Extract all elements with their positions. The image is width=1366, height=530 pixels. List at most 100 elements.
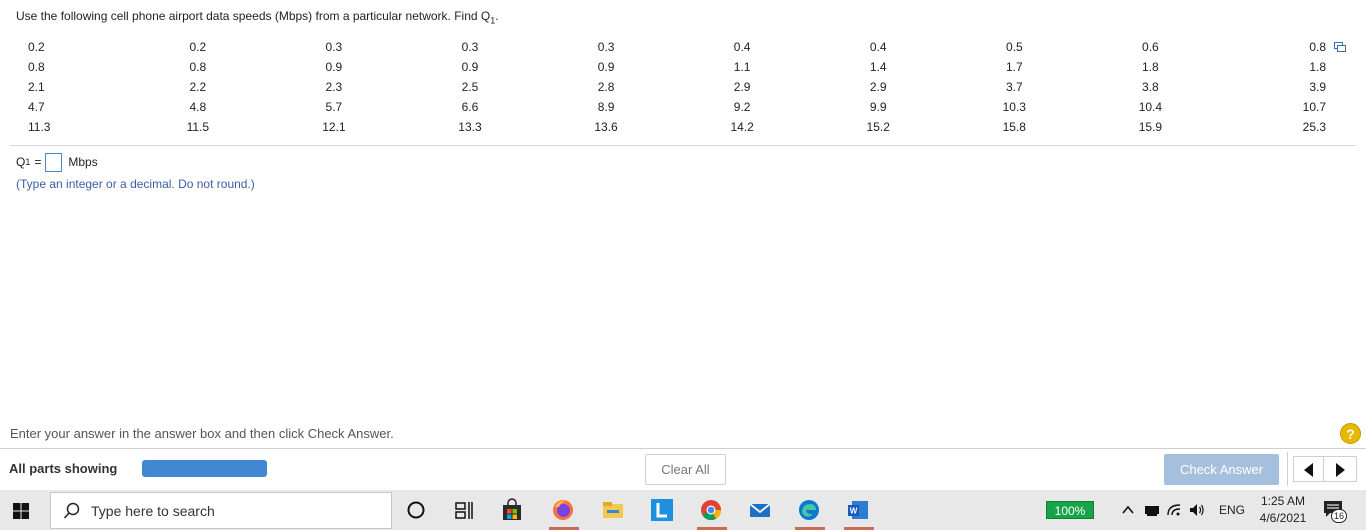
table-cell: 13.3 <box>458 120 482 134</box>
table-cell: 0.9 <box>597 60 615 74</box>
firefox-icon[interactable] <box>551 498 575 522</box>
file-explorer-icon[interactable] <box>601 498 625 522</box>
table-cell: 1.7 <box>1005 60 1023 74</box>
table-cell: 2.3 <box>325 80 343 94</box>
table-cell: 3.8 <box>1142 80 1159 94</box>
table-cell: 9.2 <box>733 100 751 114</box>
notification-count: 16 <box>1331 509 1347 523</box>
table-cell: 3.7 <box>1005 80 1023 94</box>
nav-separator <box>1287 452 1288 486</box>
volume-icon[interactable] <box>1188 501 1206 519</box>
data-table-body: 0.2 0.2 0.3 0.3 0.3 0.4 0.4 0.5 0.6 0.8 0.8 0.8 0.9 0… <box>16 37 1356 137</box>
network-adapter-icon[interactable] <box>1143 501 1161 519</box>
answer-unit: Mbps <box>68 155 98 169</box>
table-cell: 1.8 <box>1142 60 1159 74</box>
store-icon[interactable] <box>500 498 524 522</box>
table-cell: 10.3 <box>1002 100 1026 114</box>
cortana-icon[interactable] <box>404 498 428 522</box>
parts-showing-label: All parts showing <box>9 461 118 476</box>
data-table: 0.2 0.2 0.3 0.3 0.3 0.4 0.4 0.5 0.6 0.8 0.8 0.8 0.9 0… <box>16 37 1356 137</box>
clear-all-button[interactable]: Clear All <box>645 454 726 485</box>
table-cell: 0.9 <box>461 60 479 74</box>
windows-start-icon[interactable] <box>13 503 29 519</box>
table-cell: 11.3 <box>28 120 51 134</box>
table-cell: 0.9 <box>325 60 343 74</box>
progress-bar <box>142 460 267 477</box>
table-cell: 2.8 <box>597 80 615 94</box>
svg-text:W: W <box>850 507 858 516</box>
check-answer-button[interactable]: Check Answer <box>1164 454 1279 485</box>
table-row: 0.8 0.8 0.9 0.9 0.9 1.1 1.4 1.7 1.8 1.8 <box>16 57 1356 77</box>
table-row: 2.1 2.2 2.3 2.5 2.8 2.9 2.9 3.7 3.8 3.9 <box>16 77 1356 97</box>
arrow-right-icon <box>1336 463 1345 477</box>
table-row: 0.2 0.2 0.3 0.3 0.3 0.4 0.4 0.5 0.6 0.8 <box>16 37 1356 57</box>
table-cell: 0.3 <box>461 40 479 54</box>
mail-icon[interactable] <box>748 498 772 522</box>
word-icon[interactable]: W <box>846 498 870 522</box>
app-window: Use the following cell phone airport dat… <box>0 0 1366 530</box>
search-icon <box>63 502 80 519</box>
clock[interactable]: 1:25 AM 4/6/2021 <box>1255 493 1311 527</box>
answer-line: Q1 = Mbps <box>16 152 98 172</box>
chrome-icon[interactable] <box>699 498 723 522</box>
table-cell: 25.3 <box>1302 120 1326 134</box>
table-cell: 12.1 <box>322 120 346 134</box>
table-cell: 6.6 <box>461 100 479 114</box>
table-cell: 0.6 <box>1142 40 1159 54</box>
clock-time: 1:25 AM <box>1260 494 1306 508</box>
table-cell: 1.8 <box>1309 60 1326 74</box>
next-question-button[interactable] <box>1323 456 1357 482</box>
table-cell: 0.2 <box>189 40 207 54</box>
table-cell: 4.7 <box>28 100 45 114</box>
table-cell: 13.6 <box>594 120 618 134</box>
answer-label: Q <box>16 155 26 169</box>
table-cell: 5.7 <box>325 100 343 114</box>
battery-indicator[interactable]: 100% <box>1046 501 1094 519</box>
search-placeholder: Type here to search <box>91 502 215 519</box>
table-cell: 0.3 <box>325 40 343 54</box>
footer-divider <box>0 448 1366 449</box>
table-cell: 2.9 <box>733 80 751 94</box>
table-cell: 1.1 <box>733 60 751 74</box>
question-prefix: Use the following cell phone airport dat… <box>16 9 491 23</box>
answer-input[interactable] <box>45 152 63 172</box>
copy-data-icon[interactable] <box>1334 42 1346 52</box>
table-cell: 10.7 <box>1302 100 1326 114</box>
table-cell: 2.2 <box>189 80 207 94</box>
table-cell: 14.2 <box>730 120 754 134</box>
taskbar-search[interactable]: Type here to search <box>50 492 392 529</box>
edge-icon[interactable] <box>797 498 821 522</box>
clock-date: 4/6/2021 <box>1259 511 1307 525</box>
table-cell: 1.4 <box>869 60 887 74</box>
previous-question-button[interactable] <box>1293 456 1323 482</box>
table-cell: 15.2 <box>866 120 890 134</box>
arrow-left-icon <box>1304 463 1313 477</box>
notification-center[interactable]: 16 <box>1322 499 1348 523</box>
table-cell: 0.5 <box>1005 40 1023 54</box>
language-indicator[interactable]: ENG <box>1219 503 1245 517</box>
table-cell: 0.8 <box>189 60 207 74</box>
table-cell: 2.5 <box>461 80 479 94</box>
table-cell: 0.4 <box>869 40 887 54</box>
table-cell: 11.5 <box>186 120 210 134</box>
question-suffix: . <box>495 9 499 23</box>
instruction-text: Enter your answer in the answer box and … <box>10 426 394 441</box>
answer-equals: = <box>34 155 42 169</box>
table-row: 11.3 11.5 12.1 13.3 13.6 14.2 15.2 15.8 15.9 25.3 <box>16 117 1356 137</box>
wifi-icon[interactable] <box>1166 501 1184 519</box>
launcher-l-icon[interactable] <box>650 498 674 522</box>
task-view-icon[interactable] <box>452 498 476 522</box>
table-cell: 15.8 <box>1002 120 1026 134</box>
table-cell: 15.9 <box>1138 120 1163 134</box>
chevron-up-icon[interactable] <box>1120 502 1136 518</box>
table-cell: 8.9 <box>597 100 615 114</box>
table-cell: 0.4 <box>733 40 751 54</box>
table-cell: 0.8 <box>28 60 45 74</box>
table-cell: 0.3 <box>597 40 615 54</box>
help-icon[interactable]: ? <box>1340 423 1361 444</box>
table-cell: 2.9 <box>869 80 887 94</box>
table-cell: 2.1 <box>28 80 45 94</box>
answer-subscript: 1 <box>25 157 31 167</box>
table-cell: 4.8 <box>189 100 207 114</box>
table-cell: 10.4 <box>1138 100 1163 114</box>
